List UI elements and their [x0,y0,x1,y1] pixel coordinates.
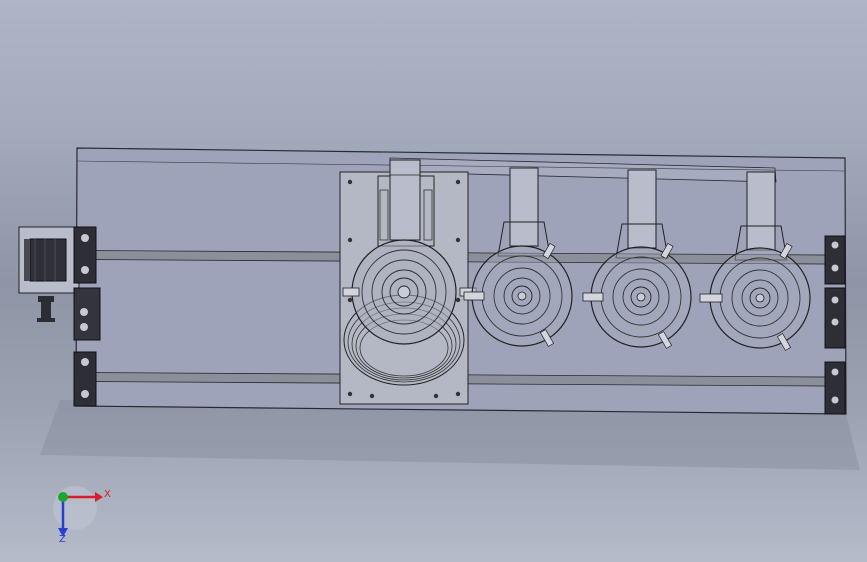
y-axis-dot [58,492,68,502]
cad-viewport[interactable]: X Z [0,0,867,562]
x-axis-arrowhead [95,492,103,502]
right-brackets [824,235,846,415]
z-axis-label: Z [59,534,66,545]
x-axis-label: X [104,489,111,500]
left-brackets [73,226,101,407]
motor-assembly[interactable] [18,226,80,322]
coordinate-triad: X Z [53,486,111,545]
